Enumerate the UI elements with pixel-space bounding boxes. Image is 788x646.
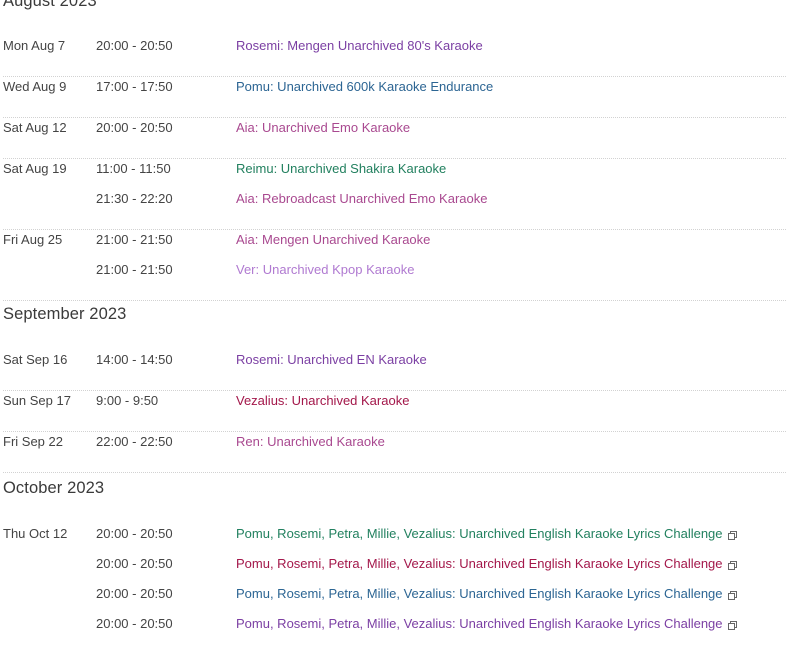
stream-title-text: Pomu, Rosemi, Petra, Millie, Vezalius: U…: [236, 526, 723, 541]
stream-line: Sat Aug 19 11:00 - 11:50 Reimu: Unarchived…: [3, 159, 786, 179]
stream-title-text: Pomu, Rosemi, Petra, Millie, Vezalius: U…: [236, 616, 723, 631]
stream-title-text: Aia: Mengen Unarchived Karaoke: [236, 232, 431, 247]
stream-line: Fri Sep 22 22:00 - 22:50 Ren: Unarchived K…: [3, 432, 786, 452]
stream-time: 17:00 - 17:50: [96, 79, 173, 94]
stream-date: Thu Oct 12: [3, 526, 68, 541]
schedule-row: Fri Aug 25 21:00 - 21:50 Aia: Mengen Unarc…: [3, 230, 786, 301]
schedule-row: Sat Sep 16 14:00 - 14:50 Rosemi: Unarchive…: [3, 350, 786, 391]
stream-line: 20:00 - 20:50 Pomu, Rosemi, Petra, Millie…: [3, 554, 786, 574]
stream-time: 20:00 - 20:50: [96, 120, 173, 135]
stream-title-text: Aia: Rebroadcast Unarchived Emo Karaoke: [236, 191, 488, 206]
stream-title-text: Pomu: Unarchived 600k Karaoke Endurance: [236, 79, 494, 94]
stream-time: 22:00 - 22:50: [96, 434, 173, 449]
stream-date: Mon Aug 7: [3, 38, 66, 53]
stream-date: Wed Aug 9: [3, 79, 67, 94]
stream-line: Sun Sep 17 9:00 - 9:50 Vezalius: Unarchive…: [3, 391, 786, 411]
stream-time: 20:00 - 20:50: [96, 38, 173, 53]
stream-line: Mon Aug 7 20:00 - 20:50 Rosemi: Mengen Una…: [3, 36, 786, 56]
external-link-icon[interactable]: [727, 591, 737, 600]
stream-title-text: Reimu: Unarchived Shakira Karaoke: [236, 161, 447, 176]
stream-title-text: Pomu, Rosemi, Petra, Millie, Vezalius: U…: [236, 586, 723, 601]
stream-title-text: Pomu, Rosemi, Petra, Millie, Vezalius: U…: [236, 556, 723, 571]
external-link-icon[interactable]: [727, 531, 737, 540]
stream-line: Fri Aug 25 21:00 - 21:50 Aia: Mengen Unarc…: [3, 230, 786, 250]
stream-time: 9:00 - 9:50: [96, 393, 159, 408]
stream-title-text: Rosemi: Mengen Unarchived 80's Karaoke: [236, 38, 483, 53]
stream-title-link[interactable]: Ren: Unarchived Karaoke: [236, 432, 385, 452]
stream-title-link[interactable]: Rosemi: Mengen Unarchived 80's Karaoke: [236, 36, 483, 56]
stream-line: 20:00 - 20:50 Pomu, Rosemi, Petra, Millie…: [3, 584, 786, 604]
stream-line: Sat Sep 16 14:00 - 14:50 Rosemi: Unarchive…: [3, 350, 786, 370]
stream-line: Sat Aug 12 20:00 - 20:50 Aia: Unarchived E…: [3, 118, 786, 138]
stream-line: Thu Oct 12 20:00 - 20:50 Pomu, Rosemi, Pet…: [3, 524, 786, 544]
stream-date: Fri Aug 25: [3, 232, 63, 247]
external-link-icon[interactable]: [727, 561, 737, 570]
month-heading: August 2023: [3, 0, 97, 10]
stream-line: 21:30 - 22:20 Aia: Rebroadcast Unarchived…: [3, 189, 786, 209]
stream-date: Fri Sep 22: [3, 434, 63, 449]
stream-title-link[interactable]: Pomu, Rosemi, Petra, Millie, Vezalius: U…: [236, 614, 737, 634]
stream-time: 20:00 - 20:50: [96, 526, 173, 541]
schedule-row: Thu Oct 12 20:00 - 20:50 Pomu, Rosemi, Pet…: [3, 524, 786, 646]
stream-title-text: Ver: Unarchived Kpop Karaoke: [236, 262, 415, 277]
stream-line: 20:00 - 20:50 Pomu, Rosemi, Petra, Millie…: [3, 614, 786, 634]
stream-line: 21:00 - 21:50 Ver: Unarchived Kpop Karaok…: [3, 260, 786, 280]
stream-title-text: Ren: Unarchived Karaoke: [236, 434, 385, 449]
stream-time: 14:00 - 14:50: [96, 352, 173, 367]
stream-title-text: Aia: Unarchived Emo Karaoke: [236, 120, 411, 135]
stream-title-link[interactable]: Ver: Unarchived Kpop Karaoke: [236, 260, 415, 280]
stream-line: Wed Aug 9 17:00 - 17:50 Pomu: Unarchived 6…: [3, 77, 786, 97]
stream-date: Sun Sep 17: [3, 393, 71, 408]
stream-time: 20:00 - 20:50: [96, 586, 173, 601]
schedule-row: Sat Aug 19 11:00 - 11:50 Reimu: Unarchived…: [3, 159, 786, 230]
stream-date: Sat Sep 16: [3, 352, 68, 367]
external-link-icon[interactable]: [727, 621, 737, 630]
stream-time: 21:00 - 21:50: [96, 262, 173, 277]
stream-title-link[interactable]: Aia: Unarchived Emo Karaoke: [236, 118, 410, 138]
month-heading: September 2023: [3, 305, 127, 323]
stream-time: 21:30 - 22:20: [96, 191, 173, 206]
schedule-page: August 2023 Mon Aug 7 20:00 - 20:50 Rosemi:…: [0, 0, 788, 646]
stream-title-link[interactable]: Pomu: Unarchived 600k Karaoke Endurance: [236, 77, 493, 97]
schedule-row: Fri Sep 22 22:00 - 22:50 Ren: Unarchived K…: [3, 432, 786, 473]
stream-title-text: Vezalius: Unarchived Karaoke: [236, 393, 410, 408]
schedule-row: Sun Sep 17 9:00 - 9:50 Vezalius: Unarchive…: [3, 391, 786, 432]
stream-title-link[interactable]: Pomu, Rosemi, Petra, Millie, Vezalius: U…: [236, 584, 737, 604]
stream-time: 20:00 - 20:50: [96, 616, 173, 631]
stream-title-text: Rosemi: Unarchived EN Karaoke: [236, 352, 427, 367]
stream-date: Sat Aug 12: [3, 120, 67, 135]
stream-time: 11:00 - 11:50: [96, 161, 171, 176]
stream-title-link[interactable]: Reimu: Unarchived Shakira Karaoke: [236, 159, 446, 179]
stream-title-link[interactable]: Aia: Mengen Unarchived Karaoke: [236, 230, 430, 250]
schedule-row: Wed Aug 9 17:00 - 17:50 Pomu: Unarchived 6…: [3, 77, 786, 118]
stream-title-link[interactable]: Aia: Rebroadcast Unarchived Emo Karaoke: [236, 189, 487, 209]
stream-title-link[interactable]: Pomu, Rosemi, Petra, Millie, Vezalius: U…: [236, 524, 737, 544]
stream-time: 20:00 - 20:50: [96, 556, 173, 571]
stream-title-link[interactable]: Vezalius: Unarchived Karaoke: [236, 391, 409, 411]
stream-title-link[interactable]: Rosemi: Unarchived EN Karaoke: [236, 350, 427, 370]
stream-date: Sat Aug 19: [3, 161, 67, 176]
schedule-row: Sat Aug 12 20:00 - 20:50 Aia: Unarchived E…: [3, 118, 786, 159]
month-heading: October 2023: [3, 479, 105, 497]
stream-time: 21:00 - 21:50: [96, 232, 173, 247]
schedule-row: Mon Aug 7 20:00 - 20:50 Rosemi: Mengen Una…: [3, 36, 786, 77]
stream-title-link[interactable]: Pomu, Rosemi, Petra, Millie, Vezalius: U…: [236, 554, 737, 574]
